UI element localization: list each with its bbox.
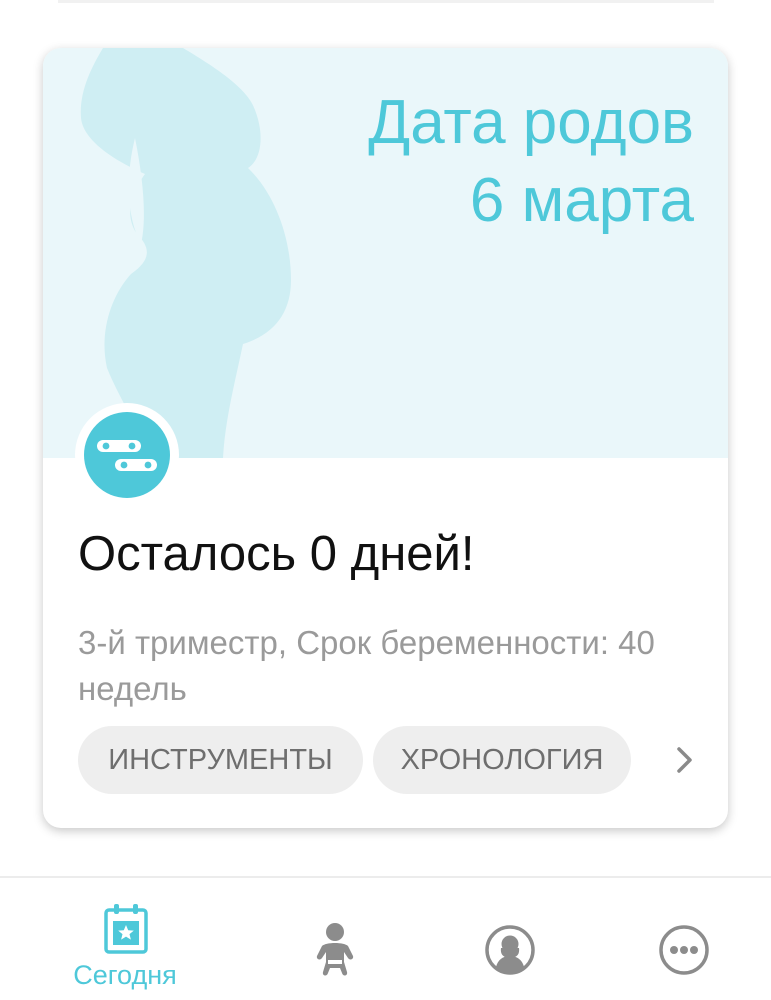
card-hero: Дата родов 6 марта	[43, 48, 728, 458]
nav-label-today: Сегодня	[73, 960, 177, 990]
nav-item-today[interactable]: Сегодня	[40, 878, 210, 1000]
app-logo-icon	[84, 412, 170, 498]
today-screen: Дата родов 6 марта Осталось 0 дней! 3-й …	[0, 0, 771, 1000]
nav-item-more[interactable]	[636, 878, 736, 1000]
app-badge	[75, 403, 179, 507]
more-icon	[659, 925, 709, 975]
nav-item-community[interactable]	[462, 878, 562, 1000]
due-date-value: 6 марта	[469, 166, 694, 235]
days-remaining-headline: Осталось 0 дней!	[78, 527, 475, 581]
top-divider	[58, 0, 714, 3]
timeline-chip[interactable]: ХРОНОЛОГИЯ	[373, 726, 631, 794]
chevron-right-icon[interactable]	[668, 726, 702, 794]
community-icon	[485, 925, 535, 975]
nav-item-baby[interactable]	[290, 878, 380, 1000]
calendar-star-icon	[104, 904, 148, 954]
tools-chip[interactable]: ИНСТРУМЕНТЫ	[78, 726, 363, 794]
card-actions: ИНСТРУМЕНТЫ ХРОНОЛОГИЯ	[78, 726, 728, 794]
due-date-title: Дата родов 6 марта	[274, 84, 694, 240]
due-date-card[interactable]: Дата родов 6 марта Осталось 0 дней! 3-й …	[43, 48, 728, 828]
due-date-label: Дата родов	[368, 88, 694, 157]
baby-icon	[316, 923, 354, 976]
pregnancy-term-subtitle: 3-й триместр, Срок беременности: 40 неде…	[78, 624, 655, 707]
